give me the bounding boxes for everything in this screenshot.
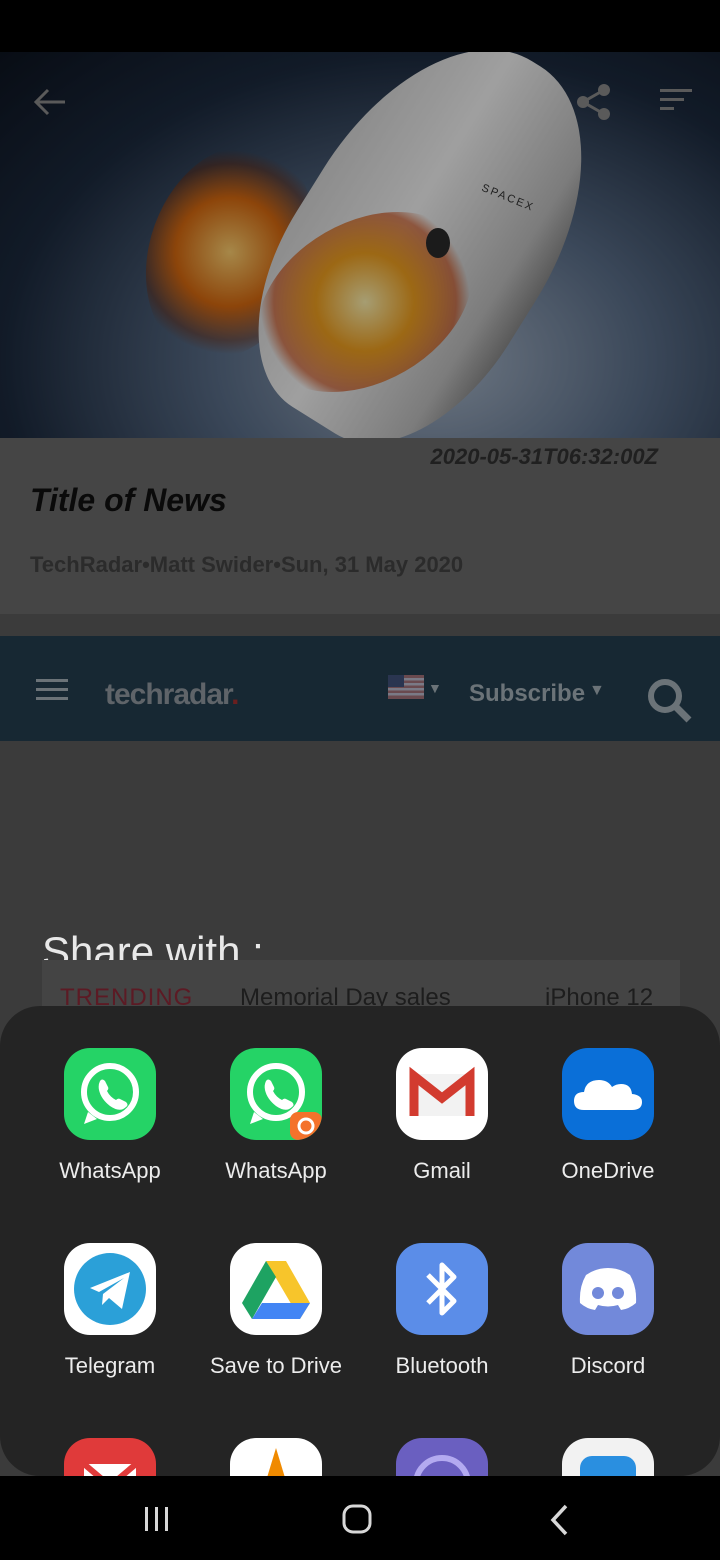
gallery-app-icon	[562, 1438, 654, 1476]
podcast-app-icon	[396, 1438, 488, 1476]
discord-icon	[562, 1243, 654, 1335]
trending-label: TRENDING	[60, 984, 194, 1008]
status-bar	[0, 0, 720, 52]
whatsapp-business-clone-icon	[230, 1048, 322, 1140]
share-target-label: Gmail	[413, 1158, 471, 1183]
site-logo[interactable]: techradar.	[105, 678, 239, 712]
share-target-discord[interactable]: Discord	[525, 1243, 691, 1423]
share-target-telegram[interactable]: Telegram	[27, 1243, 193, 1423]
share-icon	[577, 84, 610, 120]
chevron-down-icon: ▼	[428, 680, 442, 696]
back-nav-icon[interactable]	[548, 1502, 572, 1538]
us-flag-icon[interactable]	[388, 675, 424, 699]
sort-menu-button[interactable]	[658, 86, 698, 120]
hamburger-menu-icon[interactable]	[36, 679, 68, 701]
article-card[interactable]: 2020-05-31T06:32:00Z Title of News TechR…	[0, 438, 720, 614]
share-target-onedrive[interactable]: OneDrive	[525, 1048, 691, 1228]
share-sheet: WhatsApp WhatsApp Gmail OneDrive Telegra…	[0, 1006, 720, 1476]
website-header: techradar. ▼ Subscribe ▼	[0, 636, 720, 741]
mail-app-icon	[64, 1438, 156, 1476]
article-date: 2020-05-31T06:32:00Z	[430, 444, 658, 469]
subscribe-link[interactable]: Subscribe	[469, 680, 585, 708]
share-target-bluetooth[interactable]: Bluetooth	[359, 1243, 525, 1423]
share-target-label: WhatsApp	[59, 1158, 161, 1183]
trending-item[interactable]: iPhone 12	[545, 984, 653, 1008]
article-title: Title of News	[30, 482, 227, 518]
share-target-partial[interactable]	[525, 1438, 691, 1476]
gmail-icon	[396, 1048, 488, 1140]
trending-bar: TRENDING Memorial Day sales iPhone 12	[42, 960, 680, 1008]
share-target-partial[interactable]	[27, 1438, 193, 1476]
share-target-save-to-drive[interactable]: Save to Drive	[193, 1243, 359, 1423]
article-meta: TechRadar•Matt Swider•Sun, 31 May 2020	[30, 552, 464, 577]
share-target-label: OneDrive	[561, 1158, 655, 1183]
share-target-label: Save to Drive	[209, 1353, 343, 1378]
share-target-label: Telegram	[64, 1353, 156, 1378]
share-target-label: Bluetooth	[395, 1353, 489, 1378]
telegram-icon	[64, 1243, 156, 1335]
share-target-label: WhatsApp	[225, 1158, 327, 1183]
share-target-label: Discord	[570, 1353, 646, 1378]
bluetooth-icon	[396, 1243, 488, 1335]
whatsapp-icon	[64, 1048, 156, 1140]
trending-item[interactable]: Memorial Day sales	[240, 984, 451, 1008]
back-button[interactable]	[30, 84, 70, 120]
google-drive-icon	[230, 1243, 322, 1335]
share-target-partial[interactable]	[359, 1438, 525, 1476]
chevron-down-icon: ▼	[589, 682, 605, 699]
share-button[interactable]	[574, 82, 614, 122]
arrow-left-icon	[33, 88, 65, 116]
vlc-icon	[230, 1438, 322, 1476]
home-icon[interactable]	[342, 1504, 372, 1534]
recent-apps-icon[interactable]	[142, 1505, 172, 1533]
onedrive-icon	[562, 1048, 654, 1140]
share-target-gmail[interactable]: Gmail	[359, 1048, 525, 1228]
sort-icon	[660, 89, 692, 110]
search-icon[interactable]	[645, 676, 693, 724]
share-target-whatsapp-clone[interactable]: WhatsApp	[193, 1048, 359, 1228]
share-target-whatsapp[interactable]: WhatsApp	[27, 1048, 193, 1228]
share-target-partial[interactable]	[193, 1438, 359, 1476]
